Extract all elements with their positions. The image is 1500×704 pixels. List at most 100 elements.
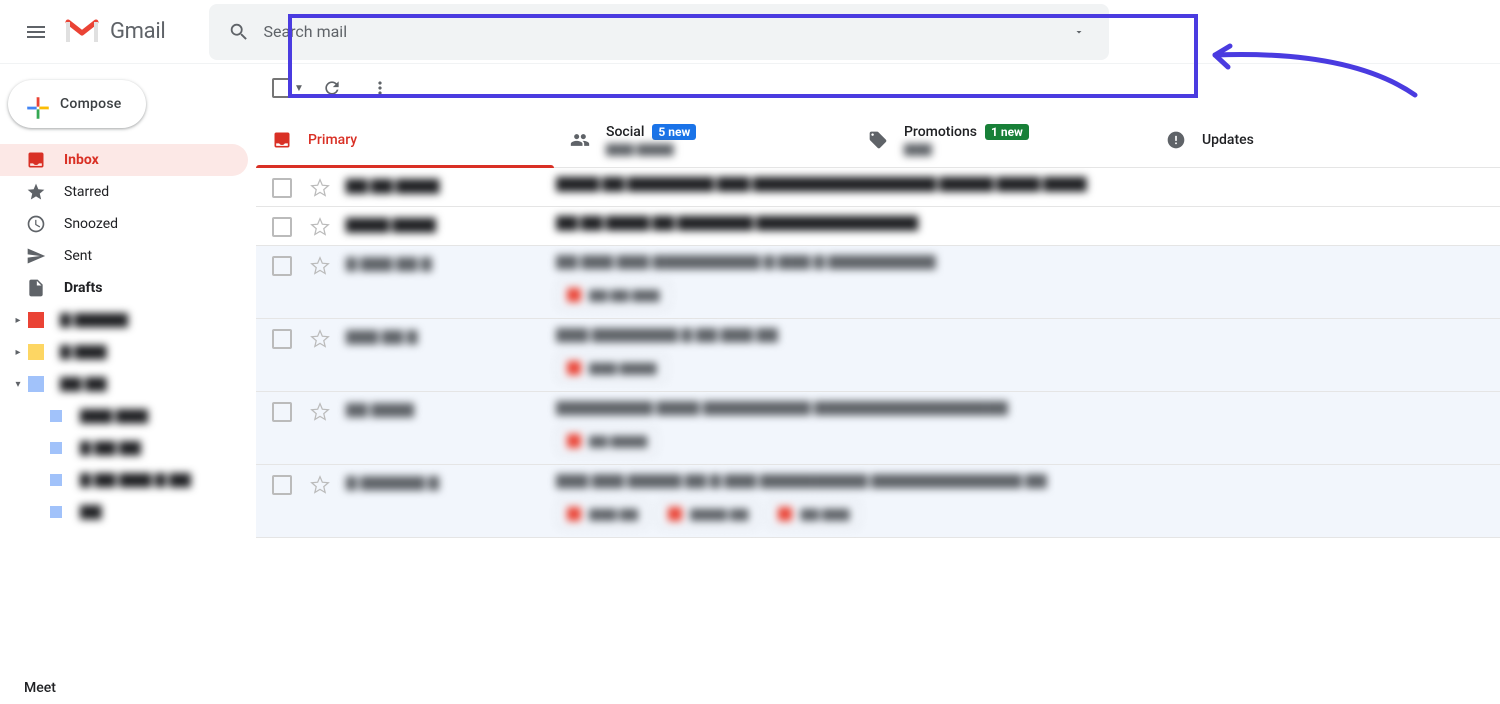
star-button[interactable] bbox=[310, 329, 330, 349]
more-vert-icon bbox=[370, 78, 390, 98]
gmail-logo-text: Gmail bbox=[110, 19, 165, 44]
sidebar-label[interactable]: ▸ ▇ ▇▇▇ bbox=[0, 336, 256, 368]
label-text: ▇▇▇ ▇▇▇ bbox=[80, 408, 148, 424]
gmail-logo-icon bbox=[64, 18, 100, 46]
email-row[interactable]: ▇▇ ▇▇ ▇▇▇▇ ▇▇▇▇ ▇▇ ▇▇▇▇▇▇▇▇ ▇▇▇ ▇▇▇▇▇▇▇▇… bbox=[256, 168, 1500, 207]
tab-promotions[interactable]: Promotions1 new ▇▇▇ bbox=[852, 112, 1150, 167]
toolbar: ▼ bbox=[256, 64, 1500, 112]
label-text: ▇ ▇▇ ▇▇▇ ▇ ▇▇ bbox=[80, 472, 191, 488]
star-button[interactable] bbox=[310, 402, 330, 422]
sidebar-item-sent[interactable]: Sent bbox=[0, 240, 248, 272]
email-row[interactable]: ▇ ▇▇▇▇▇▇ ▇ ▇▇▇ ▇▇▇ ▇▇▇▇▇ ▇▇ ▇ ▇▇▇ ▇▇▇▇▇▇… bbox=[256, 465, 1500, 538]
expand-icon[interactable]: ▸ bbox=[10, 315, 26, 326]
select-dropdown[interactable]: ▼ bbox=[294, 83, 304, 94]
refresh-icon bbox=[322, 78, 342, 98]
caret-down-icon bbox=[1073, 26, 1085, 38]
attachment-chip[interactable]: ▇▇▇▇ ▇▇ bbox=[657, 499, 759, 529]
email-row[interactable]: ▇▇ ▇▇▇▇ ▇▇▇▇▇▇▇▇▇ ▇▇▇▇ ▇▇▇▇▇▇▇▇▇▇ ▇▇▇▇▇▇… bbox=[256, 392, 1500, 465]
chip-icon bbox=[567, 361, 581, 375]
chip-icon bbox=[567, 434, 581, 448]
row-checkbox[interactable] bbox=[272, 217, 292, 237]
sender: ▇▇▇ ▇▇ ▇ bbox=[346, 329, 556, 345]
main-menu-button[interactable] bbox=[12, 8, 60, 56]
compose-button[interactable]: Compose bbox=[8, 80, 146, 128]
sidebar-sublabel[interactable]: ▇ ▇▇ ▇▇ bbox=[0, 432, 256, 464]
refresh-button[interactable] bbox=[312, 68, 352, 108]
sidebar-item-starred[interactable]: Starred bbox=[0, 176, 248, 208]
more-button[interactable] bbox=[360, 68, 400, 108]
drafts-icon bbox=[26, 278, 46, 298]
subject: ▇▇ ▇▇▇ ▇▇▇ ▇▇▇▇▇▇▇▇▇▇ ▇ ▇▇▇ ▇ ▇▇▇▇▇▇▇▇▇▇ bbox=[556, 254, 1484, 270]
sidebar-label[interactable]: ▸ ▇ ▇▇▇▇▇ bbox=[0, 304, 256, 336]
sidebar-sublabel[interactable]: ▇ ▇▇ ▇▇▇ ▇ ▇▇ bbox=[0, 464, 256, 496]
compose-label: Compose bbox=[60, 96, 122, 112]
email-row[interactable]: ▇▇▇▇ ▇▇▇▇ ▇▇ ▇▇ ▇▇▇▇ ▇▇ ▇▇▇▇▇▇▇ ▇▇▇▇▇▇▇▇… bbox=[256, 207, 1500, 246]
promotions-tab-icon bbox=[868, 130, 888, 150]
label-text: ▇ ▇▇▇ bbox=[60, 344, 107, 360]
label-color-icon bbox=[28, 312, 44, 328]
subject: ▇▇▇▇ ▇▇ ▇▇▇▇▇▇▇▇ ▇▇▇ ▇▇▇▇▇▇▇▇▇▇▇▇▇▇▇▇▇ ▇… bbox=[556, 176, 1484, 192]
search-options-button[interactable] bbox=[1055, 9, 1103, 55]
label-color-icon bbox=[50, 474, 62, 486]
attachment-chip[interactable]: ▇▇ ▇▇▇ bbox=[767, 499, 860, 529]
attachment-chip[interactable]: ▇▇▇ ▇▇▇▇ bbox=[556, 353, 668, 383]
sidebar-sublabel[interactable]: ▇▇▇ ▇▇▇ bbox=[0, 400, 256, 432]
social-badge: 5 new bbox=[652, 124, 696, 140]
email-row[interactable]: ▇ ▇▇▇ ▇▇ ▇ ▇▇ ▇▇▇ ▇▇▇ ▇▇▇▇▇▇▇▇▇▇ ▇ ▇▇▇ ▇… bbox=[256, 246, 1500, 319]
sidebar-item-drafts[interactable]: Drafts bbox=[0, 272, 248, 304]
star-button[interactable] bbox=[310, 217, 330, 237]
row-checkbox[interactable] bbox=[272, 402, 292, 422]
sender: ▇▇ ▇▇ ▇▇▇▇ bbox=[346, 178, 556, 194]
tab-social[interactable]: Social5 new ▇▇▇ ▇▇▇▇ bbox=[554, 112, 852, 167]
star-button[interactable] bbox=[310, 178, 330, 198]
row-checkbox[interactable] bbox=[272, 178, 292, 198]
star-button[interactable] bbox=[310, 475, 330, 495]
promotions-badge: 1 new bbox=[985, 124, 1029, 140]
main-area: Compose Inbox Starred Snoozed Sent Draft… bbox=[0, 64, 1500, 704]
sidebar-sublabel[interactable]: ▇▇ bbox=[0, 496, 256, 528]
row-checkbox[interactable] bbox=[272, 475, 292, 495]
updates-tab-icon bbox=[1166, 130, 1186, 150]
label-color-icon bbox=[50, 506, 62, 518]
sender: ▇ ▇▇▇ ▇▇ ▇ bbox=[346, 256, 556, 272]
subject: ▇▇▇ ▇▇▇▇▇▇▇▇ ▇ ▇▇ ▇▇▇ ▇▇ bbox=[556, 327, 1484, 343]
sidebar: Compose Inbox Starred Snoozed Sent Draft… bbox=[0, 64, 256, 704]
chip-icon bbox=[668, 507, 682, 521]
row-checkbox[interactable] bbox=[272, 256, 292, 276]
label-text: ▇▇ ▇▇ bbox=[60, 376, 107, 392]
star-button[interactable] bbox=[310, 256, 330, 276]
expand-icon[interactable]: ▸ bbox=[10, 347, 26, 358]
meet-section-label[interactable]: Meet bbox=[24, 680, 56, 696]
expand-icon[interactable]: ▾ bbox=[10, 379, 26, 390]
search-button[interactable] bbox=[215, 9, 263, 55]
sidebar-label[interactable]: ▾ ▇▇ ▇▇ bbox=[0, 368, 256, 400]
tab-primary[interactable]: Primary bbox=[256, 112, 554, 167]
tab-updates[interactable]: Updates bbox=[1150, 112, 1448, 167]
subject: ▇▇▇ ▇▇▇ ▇▇▇▇▇ ▇▇ ▇ ▇▇▇ ▇▇▇▇▇▇▇▇▇▇ ▇▇▇▇▇▇… bbox=[556, 473, 1484, 489]
search-input[interactable] bbox=[263, 22, 1055, 41]
gmail-logo[interactable]: Gmail bbox=[64, 18, 165, 46]
category-tabs: Primary Social5 new ▇▇▇ ▇▇▇▇ Promotions1… bbox=[256, 112, 1500, 168]
label-text: ▇▇ bbox=[80, 504, 102, 520]
label-color-icon bbox=[50, 410, 62, 422]
sidebar-item-inbox[interactable]: Inbox bbox=[0, 144, 248, 176]
label-text: ▇ ▇▇▇▇▇ bbox=[60, 312, 128, 328]
attachment-chip[interactable]: ▇▇ ▇▇▇▇ bbox=[556, 426, 658, 456]
subject: ▇▇ ▇▇ ▇▇▇▇ ▇▇ ▇▇▇▇▇▇▇ ▇▇▇▇▇▇▇▇▇▇▇▇▇▇▇ bbox=[556, 215, 1484, 231]
header: Gmail bbox=[0, 0, 1500, 64]
attachment-chip[interactable]: ▇▇▇ ▇▇ bbox=[556, 499, 649, 529]
label-color-icon bbox=[28, 344, 44, 360]
email-list: ▇▇ ▇▇ ▇▇▇▇ ▇▇▇▇ ▇▇ ▇▇▇▇▇▇▇▇ ▇▇▇ ▇▇▇▇▇▇▇▇… bbox=[256, 168, 1500, 704]
row-checkbox[interactable] bbox=[272, 329, 292, 349]
email-row[interactable]: ▇▇▇ ▇▇ ▇ ▇▇▇ ▇▇▇▇▇▇▇▇ ▇ ▇▇ ▇▇▇ ▇▇ ▇▇▇ ▇▇▇… bbox=[256, 319, 1500, 392]
label-text: ▇ ▇▇ ▇▇ bbox=[80, 440, 141, 456]
sender: ▇▇▇▇ ▇▇▇▇ bbox=[346, 217, 556, 233]
attachment-chip[interactable]: ▇▇ ▇▇ ▇▇▇ bbox=[556, 280, 671, 310]
search-bar[interactable] bbox=[209, 4, 1109, 60]
compose-plus-icon bbox=[22, 92, 46, 116]
social-tab-icon bbox=[570, 130, 590, 150]
inbox-icon bbox=[26, 150, 46, 170]
sidebar-item-snoozed[interactable]: Snoozed bbox=[0, 208, 248, 240]
hamburger-icon bbox=[24, 20, 48, 44]
select-all-checkbox[interactable] bbox=[272, 78, 292, 98]
